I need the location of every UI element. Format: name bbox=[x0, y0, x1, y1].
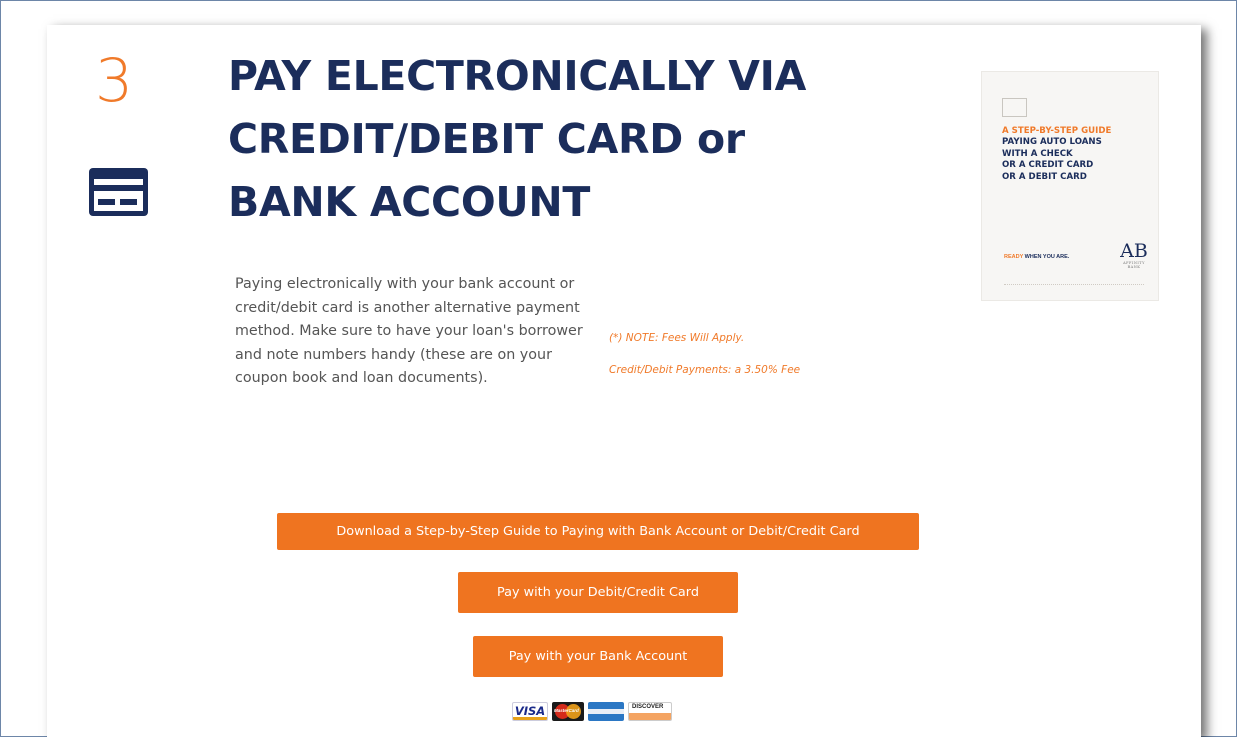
page-frame: 3 PAY ELECTRONICALLY VIA CREDIT/DEBIT CA… bbox=[0, 0, 1237, 737]
guide-headline-line: OR A DEBIT CARD bbox=[1002, 171, 1087, 182]
amex-logo-icon bbox=[588, 702, 624, 721]
guide-headline-line: WITH A CHECK bbox=[1002, 148, 1073, 159]
guide-tag bbox=[1002, 98, 1027, 117]
bank-logo-name: AFFINITY BANK bbox=[1123, 261, 1145, 269]
guide-tagline-rest: WHEN YOU ARE. bbox=[1023, 254, 1070, 260]
credit-fee-note: Credit/Debit Payments: a 3.50% Fee bbox=[609, 364, 801, 376]
guide-headline: A STEP-BY-STEP GUIDE PAYING AUTO LOANS W… bbox=[1002, 126, 1152, 183]
step-number: 3 bbox=[95, 46, 134, 116]
credit-card-icon bbox=[89, 168, 148, 216]
discover-logo-icon: DISCOVER bbox=[628, 702, 672, 721]
download-guide-button[interactable]: Download a Step-by-Step Guide to Paying … bbox=[277, 513, 919, 550]
title-line-3: BANK ACCOUNT bbox=[228, 178, 591, 226]
payment-logos: VISA MasterCard DISCOVER bbox=[512, 702, 672, 721]
page-title: PAY ELECTRONICALLY VIA CREDIT/DEBIT CARD… bbox=[228, 45, 888, 234]
guide-headline-line: A STEP-BY-STEP GUIDE bbox=[1002, 126, 1112, 136]
guide-thumbnail[interactable]: A STEP-BY-STEP GUIDE PAYING AUTO LOANS W… bbox=[981, 71, 1159, 301]
mastercard-logo-icon: MasterCard bbox=[552, 702, 584, 721]
title-line-2: CREDIT/DEBIT CARD or bbox=[228, 115, 745, 163]
guide-headline-line: PAYING AUTO LOANS bbox=[1002, 137, 1102, 148]
guide-headline-line: OR A CREDIT CARD bbox=[1002, 160, 1094, 171]
title-line-1: PAY ELECTRONICALLY VIA bbox=[228, 52, 807, 100]
guide-tagline-highlight: READY bbox=[1004, 254, 1024, 260]
fees-note: (*) NOTE: Fees Will Apply. bbox=[609, 332, 745, 344]
mastercard-text: MasterCard bbox=[554, 708, 579, 713]
guide-footer-divider bbox=[1004, 284, 1144, 286]
pay-card-button[interactable]: Pay with your Debit/Credit Card bbox=[458, 572, 738, 613]
bank-logo-mark: AB bbox=[1120, 240, 1148, 262]
guide-tagline: READY WHEN YOU ARE. bbox=[1004, 254, 1069, 260]
description-text: Paying electronically with your bank acc… bbox=[235, 276, 583, 386]
discover-text: DISCOVER bbox=[632, 704, 664, 710]
visa-logo-icon: VISA bbox=[512, 702, 548, 721]
pay-bank-button[interactable]: Pay with your Bank Account bbox=[473, 636, 723, 677]
bank-logo: AB AFFINITY BANK bbox=[1116, 240, 1152, 270]
